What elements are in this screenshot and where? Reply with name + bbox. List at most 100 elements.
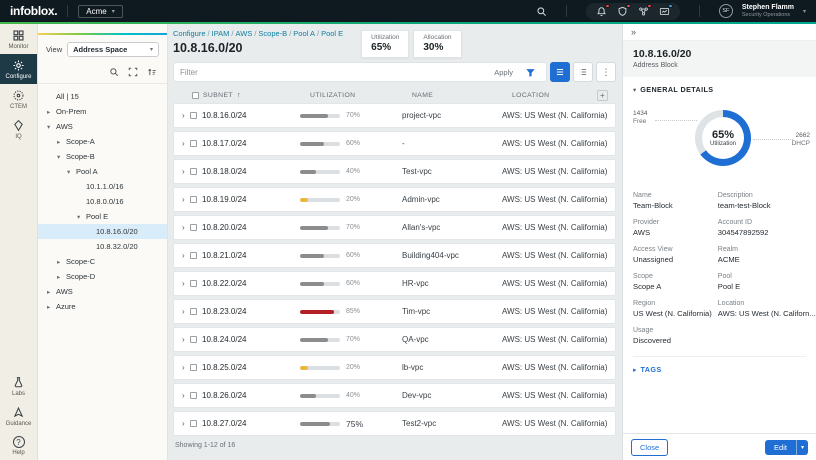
chevron-right-icon[interactable]: ▸ [47,108,53,116]
chevron-right-icon[interactable]: ▸ [57,258,63,266]
row-checkbox[interactable] [190,280,197,287]
row-checkbox[interactable] [190,420,197,427]
edit-dropdown-caret[interactable]: ▾ [795,439,808,455]
breadcrumb-link[interactable]: Pool A [293,29,315,38]
tree-item-selected-block[interactable]: 10.8.16.0/20 [38,224,167,239]
console-panel-icon[interactable] [659,3,673,17]
list-view-toggle[interactable] [573,62,593,82]
row-expander-icon[interactable]: › [182,279,190,288]
table-row[interactable]: › 10.8.21.0/24 60% Building404-vpc AWS: … [173,243,616,268]
more-options-button[interactable]: ⋮ [596,62,616,82]
search-icon[interactable] [536,6,547,17]
tree-item-subnet[interactable]: 10.1.1.0/16 [38,179,167,194]
column-header-utilization[interactable]: UTILIZATION [310,92,412,99]
row-checkbox[interactable] [190,112,197,119]
breadcrumb-link[interactable]: Configure [173,29,206,38]
chevron-right-icon[interactable]: ▸ [47,303,53,311]
nav-item-iq[interactable]: IQ [0,114,37,144]
nav-item-guidance[interactable]: Guidance [0,401,37,431]
tree-item-pool-e[interactable]: ▾ Pool E [38,209,167,224]
user-avatar[interactable]: SF [718,4,733,18]
row-expander-icon[interactable]: › [182,111,190,120]
tree-sort-icon[interactable] [147,67,157,77]
table-row[interactable]: › 10.8.20.0/24 70% Allan's-vpc AWS: US W… [173,215,616,240]
table-row[interactable]: › 10.8.23.0/24 85% Tim-vpc AWS: US West … [173,299,616,324]
add-column-button[interactable]: + [597,89,608,101]
table-row[interactable]: › 10.8.27.0/24 75% Test2-vpc AWS: US Wes… [173,411,616,436]
row-expander-icon[interactable]: › [182,307,190,316]
org-selector[interactable]: Acme ▾ [78,4,123,18]
row-expander-icon[interactable]: › [182,419,190,428]
chevron-right-icon[interactable]: ▸ [57,138,63,146]
collapse-panel-icon[interactable]: » [631,27,636,37]
tree-item-scope-d[interactable]: ▸ Scope-D [38,269,167,284]
table-row[interactable]: › 10.8.19.0/24 20% Admin-vpc AWS: US Wes… [173,187,616,212]
tree-item-aws-2[interactable]: ▸ AWS [38,284,167,299]
tree-item-subnet[interactable]: 10.8.32.0/20 [38,239,167,254]
tree-expand-icon[interactable] [128,67,138,77]
table-row[interactable]: › 10.8.25.0/24 20% lb-vpc AWS: US West (… [173,355,616,380]
chevron-right-icon[interactable]: ▸ [47,288,53,296]
tree-item-scope-c[interactable]: ▸ Scope-C [38,254,167,269]
sort-ascending-icon[interactable]: ↑ [237,92,241,99]
row-checkbox[interactable] [190,392,197,399]
breadcrumb-link[interactable]: IPAM [212,29,230,38]
nav-item-configure[interactable]: Configure [0,54,37,84]
user-menu[interactable]: Stephen Flamm Security Operations [742,4,794,18]
table-row[interactable]: › 10.8.17.0/24 60% - AWS: US West (N. Ca… [173,131,616,156]
chevron-down-icon[interactable]: ▾ [47,123,53,131]
row-checkbox[interactable] [190,196,197,203]
network-nodes-icon[interactable] [638,3,652,17]
row-expander-icon[interactable]: › [182,223,190,232]
filter-input[interactable] [180,67,487,77]
table-row[interactable]: › 10.8.26.0/24 40% Dev-vpc AWS: US West … [173,383,616,408]
shield-icon[interactable] [617,3,631,17]
chevron-down-icon[interactable]: ▾ [803,8,806,15]
nav-item-ctem[interactable]: CTEM [0,84,37,114]
row-checkbox[interactable] [190,336,197,343]
view-selector[interactable]: Address Space ▾ [67,42,159,57]
row-expander-icon[interactable]: › [182,363,190,372]
tree-item-on-prem[interactable]: ▸ On-Prem [38,104,167,119]
row-expander-icon[interactable]: › [182,251,190,260]
chevron-right-icon[interactable]: ▸ [57,273,63,281]
row-checkbox[interactable] [190,140,197,147]
filter-funnel-icon[interactable] [521,67,540,78]
edit-button[interactable]: Edit [765,439,796,455]
table-row[interactable]: › 10.8.16.0/24 70% project-vpc AWS: US W… [173,103,616,128]
column-header-subnet[interactable]: SUBNET [203,92,233,99]
close-button[interactable]: Close [631,438,669,456]
row-expander-icon[interactable]: › [182,139,190,148]
breadcrumb-link[interactable]: Pool E [321,29,343,38]
row-checkbox[interactable] [190,252,197,259]
row-expander-icon[interactable]: › [182,391,190,400]
tree-item-aws[interactable]: ▾ AWS [38,119,167,134]
apply-button[interactable]: Apply [486,68,521,77]
table-row[interactable]: › 10.8.24.0/24 70% QA-vpc AWS: US West (… [173,327,616,352]
chevron-down-icon[interactable]: ▾ [77,213,83,221]
bell-icon[interactable] [596,3,610,17]
tree-item-subnet[interactable]: 10.8.0.0/16 [38,194,167,209]
row-expander-icon[interactable]: › [182,335,190,344]
column-header-location[interactable]: LOCATION [512,92,597,99]
row-expander-icon[interactable]: › [182,195,190,204]
breadcrumb-link[interactable]: AWS [236,29,253,38]
chevron-down-icon[interactable]: ▾ [57,153,63,161]
column-header-name[interactable]: NAME [412,92,512,99]
tree-item-scope-a[interactable]: ▸ Scope-A [38,134,167,149]
flat-view-toggle[interactable] [550,62,570,82]
tree-item-scope-b[interactable]: ▾ Scope-B [38,149,167,164]
general-details-section-toggle[interactable]: ▾ GENERAL DETAILS [623,77,816,96]
tree-item-all[interactable]: All | 15 [38,89,167,104]
chevron-down-icon[interactable]: ▾ [67,168,73,176]
row-checkbox[interactable] [190,364,197,371]
nav-item-help[interactable]: ? Help [0,431,37,460]
tree-item-azure[interactable]: ▸ Azure [38,299,167,314]
row-expander-icon[interactable]: › [182,167,190,176]
row-checkbox[interactable] [190,224,197,231]
select-all-checkbox[interactable] [192,91,199,99]
row-checkbox[interactable] [190,168,197,175]
row-checkbox[interactable] [190,308,197,315]
breadcrumb-link[interactable]: Scope-B [258,29,287,38]
tree-search-icon[interactable] [109,67,119,77]
